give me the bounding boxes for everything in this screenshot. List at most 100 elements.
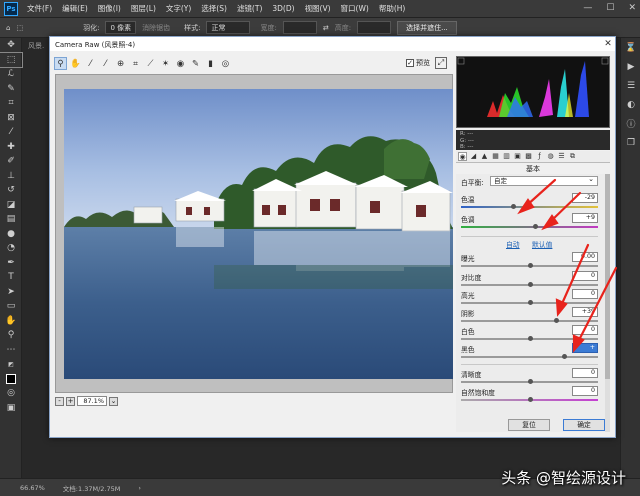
close-app-button[interactable]: ✕ — [628, 3, 636, 13]
history-panel-icon[interactable]: ⌛ — [621, 38, 640, 57]
shape-tool-icon[interactable]: ▭ — [0, 299, 22, 314]
crop-tool-icon[interactable]: ⌗ — [0, 96, 22, 111]
type-tool-icon[interactable]: T — [0, 270, 22, 285]
slider-knob[interactable] — [527, 379, 533, 384]
radial-filter-icon[interactable]: ◎ — [219, 57, 232, 70]
quick-mask-icon[interactable]: ◎ — [0, 386, 22, 401]
eraser-icon[interactable]: ◪ — [0, 198, 22, 213]
zoom-tool-icon[interactable]: ⚲ — [54, 57, 67, 70]
tab-effects-icon[interactable]: ▩ — [524, 152, 533, 161]
targeted-adjustment-icon[interactable]: ⊕ — [114, 57, 127, 70]
menu-layer[interactable]: 图层(L) — [126, 3, 161, 14]
brush-tool-icon[interactable]: ✐ — [0, 154, 22, 169]
lasso-tool-icon[interactable]: ℒ — [0, 67, 22, 82]
tab-split-toning-icon[interactable]: ▥ — [502, 152, 511, 161]
move-tool-icon[interactable]: ✥ — [0, 38, 22, 53]
contrast-slider[interactable] — [461, 282, 598, 287]
frame-tool-icon[interactable]: ⊠ — [0, 111, 22, 126]
clarity-slider[interactable] — [461, 379, 598, 384]
properties-panel-icon[interactable]: ☰ — [621, 76, 640, 95]
shadows-slider[interactable] — [461, 318, 598, 323]
dodge-tool-icon[interactable]: ◔ — [0, 241, 22, 256]
spot-removal-icon[interactable]: ✶ — [159, 57, 172, 70]
healing-brush-icon[interactable]: ✚ — [0, 140, 22, 155]
swap-icon[interactable]: ⇄ — [323, 24, 329, 32]
menu-filter[interactable]: 滤镜(T) — [232, 3, 267, 14]
menu-help[interactable]: 帮助(H) — [374, 3, 411, 14]
preview-toggle[interactable]: ✓ 预览 — [406, 58, 430, 68]
clarity-value[interactable]: 0 — [572, 368, 598, 378]
slider-knob[interactable] — [527, 300, 533, 305]
adjustments-panel-icon[interactable]: ◐ — [621, 95, 640, 114]
hand-tool-icon[interactable]: ✋ — [69, 57, 82, 70]
slider-knob[interactable] — [532, 224, 538, 229]
tab-basic-icon[interactable]: ◉ — [458, 152, 467, 161]
highlights-value[interactable]: 0 — [572, 289, 598, 299]
tab-detail-icon[interactable]: ▲ — [480, 152, 489, 161]
feather-input[interactable]: 0 像素 — [105, 21, 137, 34]
tab-fx-icon[interactable]: ƒ — [535, 152, 544, 161]
temperature-slider[interactable] — [461, 204, 598, 209]
screen-mode-icon[interactable]: ▣ — [0, 401, 22, 416]
height-input[interactable] — [357, 21, 392, 34]
default-colors-icon[interactable]: ◩ — [0, 357, 22, 372]
style-select[interactable]: 正常 — [206, 21, 251, 34]
dialog-close-button[interactable]: ✕ — [603, 39, 613, 49]
reset-button[interactable]: 复位 — [508, 419, 550, 431]
slider-knob[interactable] — [554, 318, 560, 323]
shadows-value[interactable]: +39 — [572, 307, 598, 317]
tab-camera-calibration-icon[interactable]: ◍ — [546, 152, 555, 161]
eyedropper-icon[interactable]: ⁄ — [0, 125, 22, 140]
hand-tool-icon[interactable]: ✋ — [0, 314, 22, 329]
red-eye-icon[interactable]: ◉ — [174, 57, 187, 70]
exposure-slider[interactable] — [461, 263, 598, 268]
slider-knob[interactable] — [561, 354, 567, 359]
path-select-icon[interactable]: ➤ — [0, 285, 22, 300]
history-brush-icon[interactable]: ↺ — [0, 183, 22, 198]
menu-file[interactable]: 文件(F) — [22, 3, 57, 14]
actions-panel-icon[interactable]: ▶ — [621, 57, 640, 76]
slider-knob[interactable] — [527, 282, 533, 287]
menu-edit[interactable]: 编辑(E) — [57, 3, 93, 14]
ok-button[interactable]: 确定 — [563, 419, 605, 431]
white-balance-tool-icon[interactable]: ⁄ — [84, 57, 97, 70]
maximize-button[interactable]: ☐ — [606, 3, 614, 13]
tint-value[interactable]: +9 — [572, 213, 598, 223]
zoom-tool-icon[interactable]: ⚲ — [0, 328, 22, 343]
menu-view[interactable]: 视图(V) — [300, 3, 336, 14]
straighten-tool-icon[interactable]: ⟋ — [144, 57, 157, 70]
clone-stamp-icon[interactable]: ⊥ — [0, 169, 22, 184]
home-icon[interactable]: ⌂ — [6, 24, 10, 32]
menu-window[interactable]: 窗口(W) — [336, 3, 374, 14]
antialias-checkbox[interactable]: 消除锯齿 — [142, 23, 170, 33]
vibrance-slider[interactable] — [461, 397, 598, 402]
auto-link[interactable]: 自动 — [506, 239, 520, 249]
slider-knob[interactable] — [511, 204, 517, 209]
minimize-button[interactable]: — — [583, 3, 592, 13]
graduated-filter-icon[interactable]: ▮ — [204, 57, 217, 70]
select-and-mask-button[interactable]: 选择并遮住... — [397, 20, 457, 35]
tab-tone-curve-icon[interactable]: ◢ — [469, 152, 478, 161]
zoom-out-button[interactable]: - — [55, 396, 64, 406]
slider-knob[interactable] — [527, 263, 533, 268]
marquee-tool-icon[interactable]: ⬚ — [16, 24, 23, 32]
blacks-slider[interactable] — [461, 354, 598, 359]
blacks-value[interactable]: + — [572, 343, 598, 353]
menu-type[interactable]: 文字(Y) — [161, 3, 196, 14]
exposure-value[interactable]: 0.00 — [572, 252, 598, 262]
pen-tool-icon[interactable]: ✒ — [0, 256, 22, 271]
width-input[interactable] — [282, 21, 317, 34]
temperature-value[interactable]: -29 — [572, 193, 598, 203]
layers-panel-icon[interactable]: ❐ — [621, 133, 640, 152]
menu-image[interactable]: 图像(I) — [93, 3, 126, 14]
whites-value[interactable]: 0 — [572, 325, 598, 335]
highlights-slider[interactable] — [461, 300, 598, 305]
slider-knob[interactable] — [527, 397, 533, 402]
white-balance-select[interactable]: 自定 — [490, 175, 598, 186]
scrollbar-thumb[interactable] — [605, 174, 610, 379]
tint-slider[interactable] — [461, 224, 598, 229]
adjustment-brush-icon[interactable]: ✎ — [189, 57, 202, 70]
contrast-value[interactable]: 0 — [572, 271, 598, 281]
preview-checkbox[interactable]: ✓ — [406, 59, 414, 67]
tab-snapshots-icon[interactable]: ⧉ — [568, 152, 577, 161]
